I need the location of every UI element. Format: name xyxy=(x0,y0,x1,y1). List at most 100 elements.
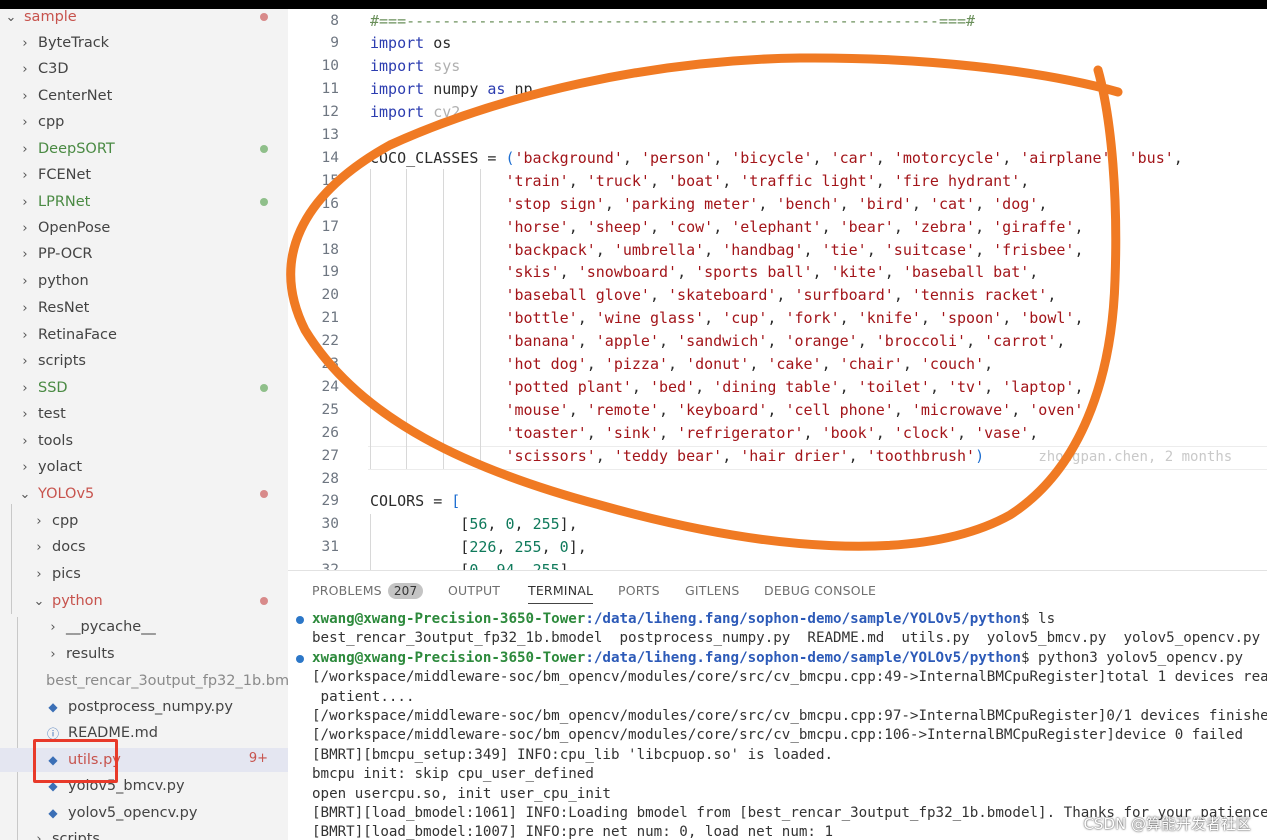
tree-item-fcenet[interactable]: › FCENet xyxy=(0,163,288,187)
tree-item-postprocess-numpy-py[interactable]: ◆ postprocess_numpy.py xyxy=(0,695,288,719)
tab-debug-console[interactable]: DEBUG CONSOLE xyxy=(764,583,876,598)
tree-item-best-rencar-3output-fp32-1b-bm[interactable]: best_rencar_3output_fp32_1b.bm... xyxy=(0,669,288,693)
line-number: 15 xyxy=(321,172,339,189)
code-line[interactable]: 28 xyxy=(288,467,1267,490)
tree-item-label: cpp xyxy=(52,513,79,529)
tree-item-label: tools xyxy=(38,433,74,449)
code-line[interactable]: 19 'skis', 'snowboard', 'sports ball', '… xyxy=(288,261,1267,284)
code-line[interactable]: 29 COLORS = [ xyxy=(288,490,1267,513)
code-line[interactable]: 15 'train', 'truck', 'boat', 'traffic li… xyxy=(288,169,1267,192)
tab-label: PORTS xyxy=(618,583,660,598)
code-text: 'stop sign', 'parking meter', 'bench', '… xyxy=(505,194,1048,213)
tab-label: OUTPUT xyxy=(448,583,501,598)
code-line[interactable]: 14 COCO_CLASSES = ('background', 'person'… xyxy=(288,146,1267,169)
chevron-right-icon: › xyxy=(36,513,42,529)
tree-item-label: __pycache__ xyxy=(66,619,156,635)
tree-item-tools[interactable]: › tools xyxy=(0,429,288,453)
line-number: 17 xyxy=(321,218,339,235)
tree-item-lprnet[interactable]: › LPRNet xyxy=(0,190,288,214)
tree-item-yolov5-opencv-py[interactable]: ◆ yolov5_opencv.py xyxy=(0,801,288,825)
code-text: 'horse', 'sheep', 'cow', 'elephant', 'be… xyxy=(505,217,1084,236)
tree-item-cpp[interactable]: › cpp xyxy=(0,509,288,533)
tree-item-pics[interactable]: › pics xyxy=(0,562,288,586)
code-line[interactable]: 18 'backpack', 'umbrella', 'handbag', 't… xyxy=(288,238,1267,261)
command-decoration-icon[interactable] xyxy=(296,616,304,624)
tree-item-bytetrack[interactable]: › ByteTrack xyxy=(0,31,288,55)
line-number: 31 xyxy=(321,539,339,556)
tree-item-yolact[interactable]: › yolact xyxy=(0,455,288,479)
terminal-output-line: bmcpu init: skip cpu_user_defined xyxy=(312,766,594,783)
tree-item-openpose[interactable]: › OpenPose xyxy=(0,216,288,240)
tab-problems[interactable]: PROBLEMS 207 xyxy=(312,583,424,599)
git-status-dot xyxy=(260,597,268,605)
chevron-right-icon: › xyxy=(22,114,28,130)
code-line[interactable]: 12 import cv2 xyxy=(288,101,1267,124)
tree-item-yolov5[interactable]: ⌄ YOLOv5 xyxy=(0,482,288,506)
tree-item-scripts[interactable]: › scripts xyxy=(0,827,288,840)
git-status-dot xyxy=(260,384,268,392)
tree-item-label: scripts xyxy=(52,831,100,840)
line-number: 21 xyxy=(321,310,339,327)
code-line[interactable]: 20 'baseball glove', 'skateboard', 'surf… xyxy=(288,284,1267,307)
chevron-right-icon: › xyxy=(22,380,28,396)
code-line[interactable]: 17 'horse', 'sheep', 'cow', 'elephant', … xyxy=(288,215,1267,238)
code-line[interactable]: 31 [226, 255, 0], xyxy=(288,536,1267,559)
tree-item-python[interactable]: › python xyxy=(0,269,288,293)
tree-item-centernet[interactable]: › CenterNet xyxy=(0,84,288,108)
code-line[interactable]: 27 'scissors', 'teddy bear', 'hair drier… xyxy=(288,444,1267,467)
command-decoration-icon[interactable] xyxy=(296,654,304,663)
chevron-right-icon: › xyxy=(22,459,28,475)
tree-item-sample[interactable]: ⌄ sample xyxy=(0,9,288,29)
tree-item-pycache[interactable]: › __pycache__ xyxy=(0,615,288,639)
tree-item-docs[interactable]: › docs xyxy=(0,535,288,559)
tree-item-label: YOLOv5 xyxy=(38,486,95,502)
terminal-output-line: open usercpu.so, init user_cpu_init xyxy=(312,785,611,802)
code-text: COCO_CLASSES = ('background', 'person', … xyxy=(370,148,1183,167)
watermark: CSDN @算能开发者社区 xyxy=(1083,815,1251,833)
code-line[interactable]: 30 [56, 0, 255], xyxy=(288,513,1267,536)
terminal-output-line: [/workspace/middleware-soc/bm_opencv/mod… xyxy=(312,669,1267,686)
code-text: 'baseball glove', 'skateboard', 'surfboa… xyxy=(505,286,1057,305)
line-number: 28 xyxy=(321,470,339,487)
tree-item-scripts[interactable]: › scripts xyxy=(0,349,288,373)
code-line[interactable]: 23 'hot dog', 'pizza', 'donut', 'cake', … xyxy=(288,353,1267,376)
terminal-output-line: [/workspace/middleware-soc/bm_opencv/mod… xyxy=(312,727,1244,744)
code-line[interactable]: 13 xyxy=(288,124,1267,147)
code-line[interactable]: 25 'mouse', 'remote', 'keyboard', 'cell … xyxy=(288,398,1267,421)
tree-item-results[interactable]: › results xyxy=(0,642,288,666)
code-line[interactable]: 11 import numpy as np xyxy=(288,78,1267,101)
tab-output[interactable]: OUTPUT xyxy=(448,583,500,598)
tree-item-python[interactable]: ⌄ python xyxy=(0,589,288,613)
tab-ports[interactable]: PORTS xyxy=(618,583,660,598)
tree-item-cpp[interactable]: › cpp xyxy=(0,110,288,134)
tree-item-c3d[interactable]: › C3D xyxy=(0,57,288,81)
code-line[interactable]: 26 'toaster', 'sink', 'refrigerator', 'b… xyxy=(288,421,1267,444)
tree-item-label: RetinaFace xyxy=(38,327,117,343)
code-line[interactable]: 9 import os xyxy=(288,32,1267,55)
code-editor[interactable]: 8 #===-----------------------------------… xyxy=(288,9,1267,570)
code-text: 'skis', 'snowboard', 'sports ball', 'kit… xyxy=(505,263,1039,282)
tree-item-ssd[interactable]: › SSD xyxy=(0,376,288,400)
tree-item-deepsort[interactable]: › DeepSORT xyxy=(0,137,288,161)
tab-terminal[interactable]: TERMINAL xyxy=(528,583,594,604)
tab-gitlens[interactable]: GITLENS xyxy=(685,583,740,598)
line-number: 29 xyxy=(321,493,339,510)
tree-item-test[interactable]: › test xyxy=(0,402,288,426)
code-line[interactable]: 32 [0, 94, 255], xyxy=(288,559,1267,570)
code-text: 'mouse', 'remote', 'keyboard', 'cell pho… xyxy=(505,400,1093,419)
tree-item-label: OpenPose xyxy=(38,220,111,236)
code-line[interactable]: 24 'potted plant', 'bed', 'dining table'… xyxy=(288,375,1267,398)
tree-item-resnet[interactable]: › ResNet xyxy=(0,296,288,320)
tree-item-pp-ocr[interactable]: › PP-OCR xyxy=(0,242,288,266)
problem-count-badge: 9+ xyxy=(248,751,268,766)
git-status-dot xyxy=(260,13,268,21)
tree-item-label: ResNet xyxy=(38,300,90,316)
tree-item-retinaface[interactable]: › RetinaFace xyxy=(0,323,288,347)
code-line[interactable]: 22 'banana', 'apple', 'sandwich', 'orang… xyxy=(288,330,1267,353)
chevron-right-icon: › xyxy=(22,246,28,262)
code-line[interactable]: 21 'bottle', 'wine glass', 'cup', 'fork'… xyxy=(288,307,1267,330)
code-line[interactable]: 8 #===-----------------------------------… xyxy=(288,9,1267,32)
code-line[interactable]: 16 'stop sign', 'parking meter', 'bench'… xyxy=(288,192,1267,215)
line-number: 14 xyxy=(321,149,339,166)
code-line[interactable]: 10 import sys xyxy=(288,55,1267,78)
